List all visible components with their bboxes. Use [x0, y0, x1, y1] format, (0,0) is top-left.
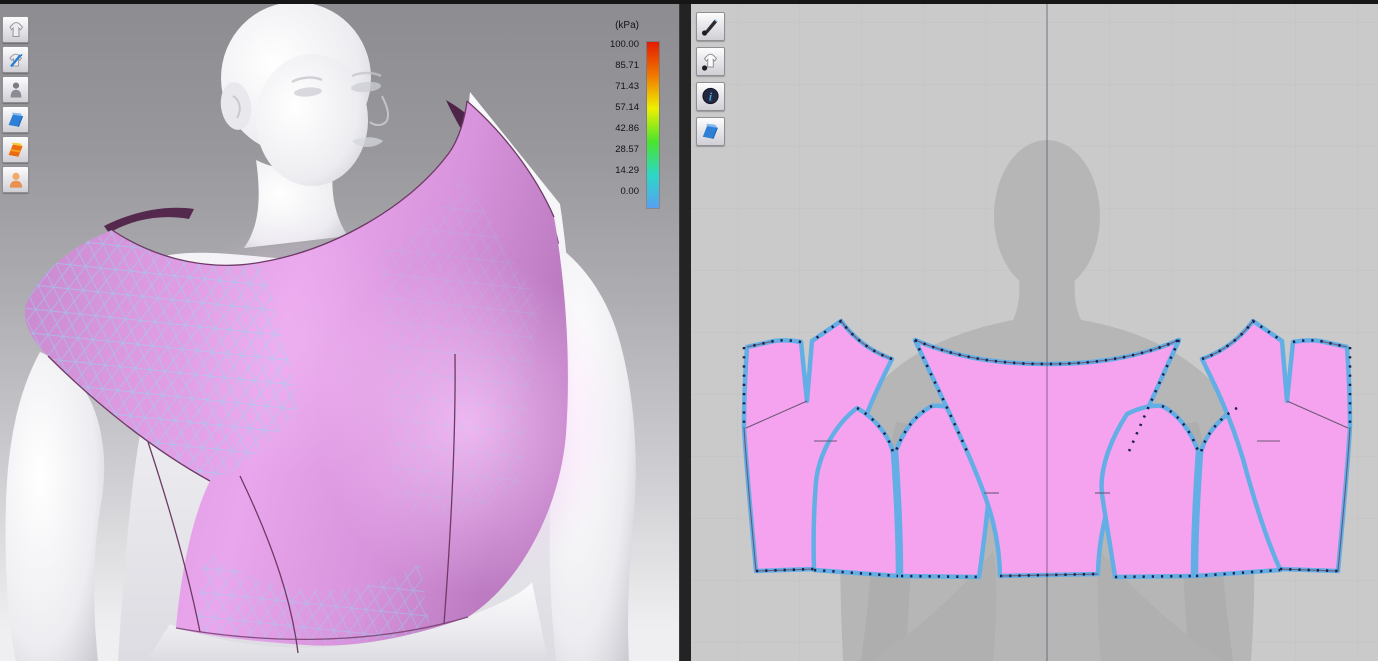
legend-value: 0.00 — [620, 186, 640, 197]
stress-map-legend: (kPa) 100.00 85.71 71.43 57.14 42.86 28.… — [599, 20, 660, 209]
legend-value: 71.43 — [615, 81, 639, 92]
fabric-orange-icon[interactable] — [2, 136, 29, 163]
pen-tool-icon[interactable] — [696, 12, 725, 41]
garment-edit-icon[interactable] — [2, 46, 29, 73]
legend-value: 100.00 — [609, 39, 639, 50]
legend-values: 100.00 85.71 71.43 57.14 42.86 28.57 14.… — [599, 34, 639, 202]
scene-3d — [0, 4, 679, 661]
shirt-tool-icon[interactable] — [696, 47, 725, 76]
legend-value: 14.29 — [615, 165, 639, 176]
scene-2d — [691, 4, 1378, 661]
legend-unit-label: (kPa) — [615, 20, 639, 31]
avatar-bust-icon[interactable] — [2, 166, 29, 193]
toolbar-2d-view: i — [696, 12, 725, 146]
toolbar-3d-view — [2, 16, 29, 193]
avatar-icon[interactable] — [2, 76, 29, 103]
panel-divider[interactable] — [679, 4, 691, 661]
pattern-piece-side-right-inner[interactable] — [1099, 403, 1201, 580]
garment-icon[interactable] — [2, 16, 29, 43]
window-top-bar — [0, 0, 1378, 4]
legend-value: 28.57 — [615, 144, 639, 155]
legend-gradient-bar — [646, 41, 660, 209]
fabric-blue-icon[interactable] — [2, 106, 29, 133]
legend-value: 57.14 — [615, 102, 639, 113]
viewport-2d[interactable]: i — [691, 4, 1378, 661]
garment-design-window: (kPa) 100.00 85.71 71.43 57.14 42.86 28.… — [0, 0, 1378, 661]
info-tool-icon[interactable]: i — [696, 82, 725, 111]
legend-value: 42.86 — [615, 123, 639, 134]
viewport-3d[interactable]: (kPa) 100.00 85.71 71.43 57.14 42.86 28.… — [0, 4, 679, 661]
legend-value: 85.71 — [615, 60, 639, 71]
fabric-tool-icon[interactable] — [696, 117, 725, 146]
